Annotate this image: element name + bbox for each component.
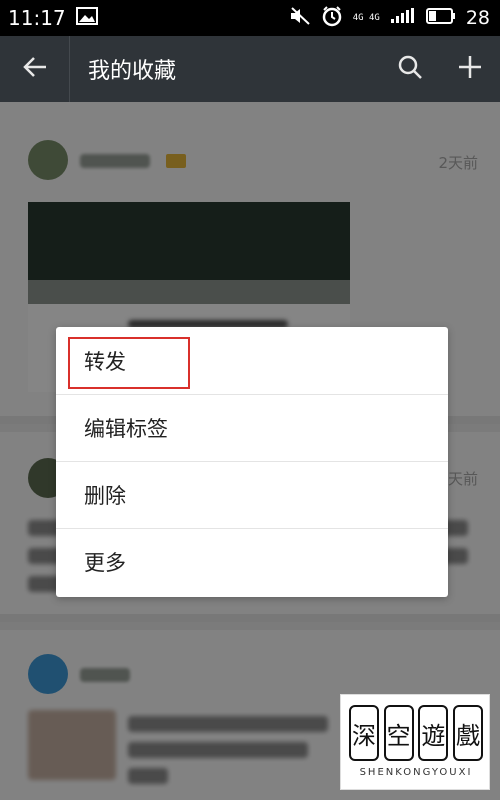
mute-icon xyxy=(289,6,311,30)
battery-percent: 28 xyxy=(465,7,490,29)
arrow-left-icon xyxy=(22,56,48,82)
battery-icon xyxy=(425,8,456,28)
add-button[interactable] xyxy=(440,36,500,102)
image-notification-icon xyxy=(75,7,98,29)
logo-char: 深 xyxy=(349,705,379,761)
plus-icon xyxy=(457,54,483,84)
menu-item-delete[interactable]: 删除 xyxy=(56,461,448,528)
app-bar: 我的收藏 xyxy=(0,36,500,102)
menu-item-edit-tags[interactable]: 编辑标签 xyxy=(56,394,448,461)
back-button[interactable] xyxy=(0,36,70,102)
logo-char: 戲 xyxy=(452,705,483,761)
signal-bars-icon xyxy=(390,8,416,28)
menu-item-label: 删除 xyxy=(84,484,126,508)
search-icon xyxy=(397,54,423,84)
menu-item-label: 更多 xyxy=(84,551,126,575)
watermark-logo: 深 空 遊 戲 SHENKONGYOUXI xyxy=(340,694,490,790)
alarm-icon xyxy=(321,5,343,31)
status-time: 11:17 xyxy=(8,6,66,30)
logo-char: 空 xyxy=(383,705,414,761)
page-title: 我的收藏 xyxy=(88,59,177,84)
logo-char: 遊 xyxy=(418,705,449,761)
context-menu: 转发 编辑标签 删除 更多 xyxy=(56,327,448,597)
highlight-box xyxy=(68,337,190,389)
menu-item-more[interactable]: 更多 xyxy=(56,528,448,595)
status-bar: 11:17 4G 4G 28 xyxy=(0,0,500,36)
network-signal-label: 4G 4G xyxy=(352,12,380,23)
menu-item-label: 编辑标签 xyxy=(84,417,168,441)
logo-subtitle: SHENKONGYOUXI xyxy=(359,767,473,778)
search-button[interactable] xyxy=(380,36,440,102)
